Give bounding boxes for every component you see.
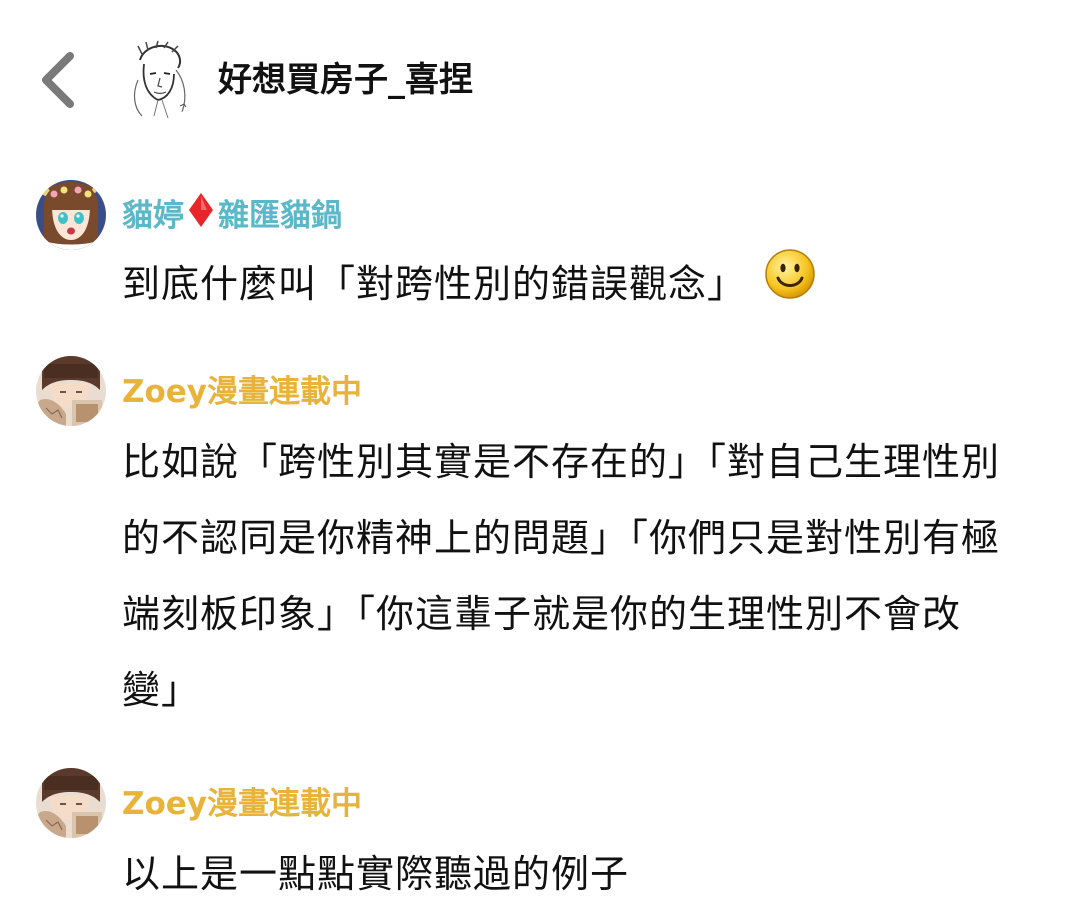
sender-name[interactable]: Zoey漫畫連載中 bbox=[122, 782, 362, 826]
message-item: Zoey漫畫連載中 以上是一點點實際聽過的例子 bbox=[0, 764, 1080, 919]
avatar[interactable] bbox=[36, 180, 106, 250]
sender-name-part1: 貓婷 bbox=[122, 198, 184, 234]
sender-name[interactable]: 貓婷 雜匯貓鍋 bbox=[122, 192, 342, 240]
message-item: 貓婷 雜匯貓鍋 到底什麼叫「對跨性別的錯誤觀念」 bbox=[0, 176, 1080, 326]
message-text: 以上是一點點實際聽過的例子 bbox=[122, 852, 630, 896]
chevron-left-icon bbox=[42, 52, 74, 108]
back-button[interactable] bbox=[28, 46, 88, 114]
message-text: 比如說「跨性別其實是不存在的」「對自己生理性別的不認同是你精神上的問題」「你們只… bbox=[122, 440, 1001, 712]
chat-avatar[interactable] bbox=[118, 40, 198, 120]
avatar[interactable] bbox=[36, 768, 106, 838]
message-text-row: 到底什麼叫「對跨性別的錯誤觀念」 bbox=[122, 246, 1012, 325]
avatar[interactable] bbox=[36, 356, 106, 426]
sketch-portrait-image bbox=[118, 40, 198, 120]
red-diamond-icon bbox=[188, 192, 214, 240]
chat-title: 好想買房子_喜捏 bbox=[218, 60, 473, 100]
manga-girl-avatar-image bbox=[36, 356, 106, 426]
sender-name[interactable]: Zoey漫畫連載中 bbox=[122, 370, 362, 414]
chat-header: 好想買房子_喜捏 bbox=[0, 0, 1080, 160]
anime-girl-avatar-image bbox=[36, 180, 106, 250]
manga-girl-avatar-image bbox=[36, 768, 106, 838]
sender-name-part2: 雜匯貓鍋 bbox=[218, 198, 342, 234]
message-text: 到底什麼叫「對跨性別的錯誤觀念」 bbox=[122, 262, 747, 306]
message-item: Zoey漫畫連載中 比如說「跨性別其實是不存在的」「對自己生理性別的不認同是你精… bbox=[0, 352, 1080, 732]
smiley-face-icon bbox=[764, 248, 816, 325]
